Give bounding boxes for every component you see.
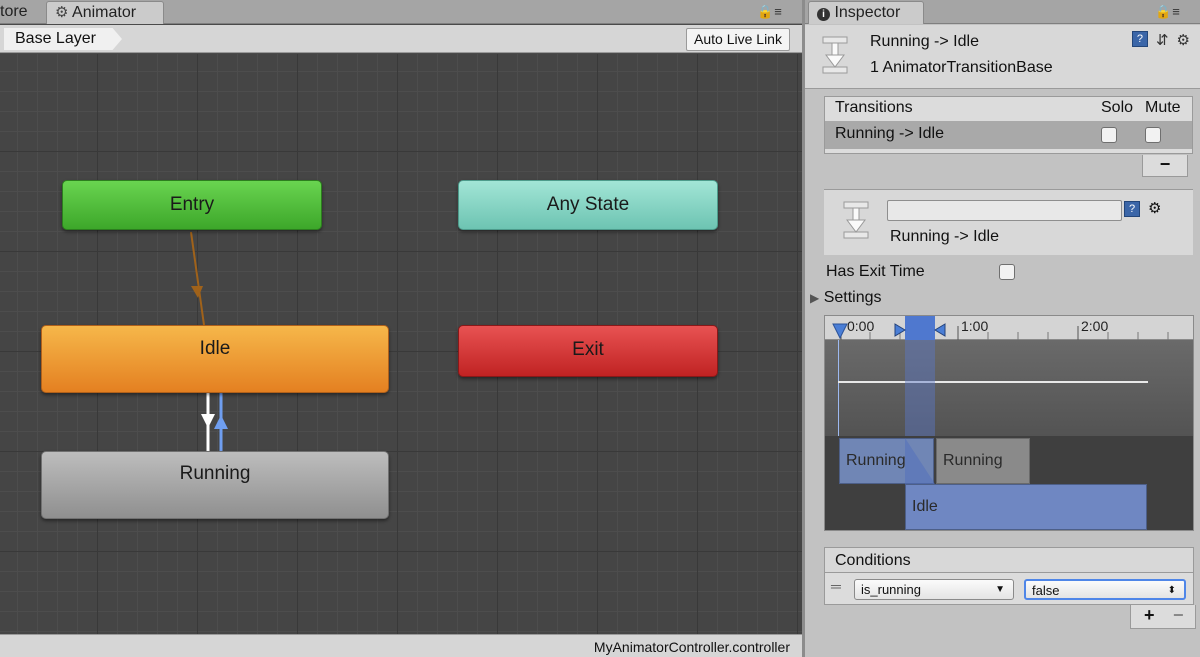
tab-animator-label: Animator	[72, 4, 137, 21]
clip-idle[interactable]: Idle	[905, 484, 1147, 530]
transition-detail-title: Running -> Idle	[890, 228, 999, 245]
transition-row-label: Running -> Idle	[835, 125, 944, 142]
mute-column-label: Mute	[1145, 99, 1181, 116]
solo-column-label: Solo	[1101, 99, 1134, 116]
state-exit[interactable]: Exit	[458, 325, 718, 377]
tab-store[interactable]: tore	[0, 1, 36, 24]
parameter-dropdown[interactable]: is_running ▼	[854, 579, 1014, 600]
timeline-ruler: 0:00 1:00 2:00	[825, 316, 1193, 340]
inspector-tab-bar: i Inspector 🔒≡	[805, 0, 1200, 24]
state-entry[interactable]: Entry	[62, 180, 322, 230]
transition-end-handle-icon[interactable]	[933, 322, 947, 338]
animator-status-bar: MyAnimatorController.controller	[0, 634, 802, 657]
header-buttons: ? ⇵ ⚙	[1131, 31, 1190, 49]
tab-animator[interactable]: ⚙ Animator	[46, 1, 164, 24]
animator-window-menu[interactable]: 🔒≡	[757, 4, 783, 20]
inspector-header: Running -> Idle 1 AnimatorTransitionBase…	[805, 25, 1200, 89]
auto-live-link-button[interactable]: Auto Live Link	[686, 28, 790, 51]
transition-range-highlight[interactable]	[905, 316, 935, 340]
entry-to-idle-link[interactable]	[190, 231, 205, 326]
transition-icon	[843, 201, 869, 239]
blend-curve	[838, 381, 1148, 383]
inspector-window-menu[interactable]: 🔒≡	[1155, 4, 1181, 20]
parameter-dropdown-value: is_running	[861, 582, 921, 597]
running-idle-arrow-icon	[214, 415, 228, 429]
blend-wedge	[905, 438, 935, 484]
value-dropdown-value: false	[1032, 583, 1060, 598]
menu-icon[interactable]: ≡	[1172, 4, 1181, 19]
animator-icon: ⚙	[55, 4, 69, 21]
lock-icon[interactable]: 🔒	[757, 4, 774, 19]
inspector-window: i Inspector 🔒≡ Running -> Idle 1 Animato…	[805, 0, 1200, 657]
controller-filename: MyAnimatorController.controller	[593, 639, 790, 655]
lock-icon[interactable]: 🔒	[1155, 4, 1172, 19]
playhead-line	[838, 340, 839, 436]
help-icon[interactable]: ?	[1131, 31, 1148, 47]
preset-icon[interactable]: ⇵	[1156, 31, 1169, 49]
conditions-panel: Conditions ═ is_running ▼ false ⬍ + −	[824, 547, 1196, 631]
gear-icon[interactable]: ⚙	[1148, 199, 1161, 217]
breadcrumb-bar: Base Layer Auto Live Link	[0, 25, 802, 53]
condition-row[interactable]: ═ is_running ▼ false ⬍	[824, 573, 1194, 605]
menu-icon[interactable]: ≡	[774, 4, 783, 19]
foldout-arrow-icon: ▶	[810, 291, 820, 305]
settings-label: Settings	[823, 289, 882, 306]
gear-icon[interactable]: ⚙	[1177, 31, 1190, 49]
updown-arrow-icon: ⬍	[1167, 585, 1176, 596]
clip-running-2[interactable]: Running	[936, 438, 1030, 484]
transition-name-field[interactable]	[887, 200, 1122, 221]
state-machine-graph[interactable]: Entry Any State Idle Exit Running	[0, 54, 802, 634]
ruler-ticks	[840, 326, 1169, 340]
inspector-title: Running -> Idle	[870, 33, 979, 50]
dropdown-arrow-icon: ▼	[995, 584, 1005, 595]
mute-checkbox[interactable]	[1145, 127, 1161, 143]
conditions-header: Conditions	[824, 547, 1194, 573]
info-icon: i	[817, 8, 830, 21]
state-running[interactable]: Running	[41, 451, 389, 519]
help-icon[interactable]: ?	[1124, 201, 1140, 217]
playhead-marker-icon[interactable]	[831, 322, 849, 340]
settings-foldout[interactable]: ▶ Settings	[810, 289, 882, 307]
transition-overlay	[905, 340, 935, 436]
drag-handle-icon[interactable]: ═	[831, 578, 841, 594]
transitions-list: Transitions Solo Mute Running -> Idle	[824, 96, 1193, 154]
transitions-list-header: Transitions Solo Mute	[825, 97, 1192, 121]
tab-inspector[interactable]: i Inspector	[808, 1, 924, 24]
inspector-subtitle: 1 AnimatorTransitionBase	[870, 59, 1053, 76]
timeline-curve-area	[825, 340, 1193, 436]
breadcrumb-base-layer[interactable]: Base Layer	[4, 28, 122, 50]
has-exit-time-label: Has Exit Time	[826, 263, 925, 280]
has-exit-time-checkbox[interactable]	[999, 264, 1015, 280]
animator-window: tore ⚙ Animator 🔒≡ Base Layer Auto Live …	[0, 0, 802, 657]
tab-inspector-label: Inspector	[834, 4, 901, 21]
transition-asset-icon	[822, 36, 848, 74]
state-any-state[interactable]: Any State	[458, 180, 718, 230]
add-condition-button[interactable]: +	[1144, 605, 1155, 626]
solo-checkbox[interactable]	[1101, 127, 1117, 143]
transition-row[interactable]: Running -> Idle	[825, 121, 1192, 149]
value-dropdown[interactable]: false ⬍	[1024, 579, 1186, 600]
idle-running-arrow-icon	[201, 414, 215, 428]
remove-transition-button[interactable]: −	[1142, 155, 1188, 177]
entry-link-arrow-icon	[191, 286, 203, 298]
transition-detail-header: ? ⚙ Running -> Idle	[824, 189, 1193, 255]
state-idle[interactable]: Idle	[41, 325, 389, 393]
animator-tab-bar: tore ⚙ Animator 🔒≡	[0, 0, 802, 24]
transition-timeline[interactable]: 0:00 1:00 2:00 Running Running Idle	[824, 315, 1194, 531]
condition-add-remove: + −	[1130, 605, 1196, 629]
transition-start-handle-icon[interactable]	[893, 322, 907, 338]
remove-condition-button[interactable]: −	[1173, 605, 1184, 626]
transitions-header-label: Transitions	[835, 99, 913, 116]
